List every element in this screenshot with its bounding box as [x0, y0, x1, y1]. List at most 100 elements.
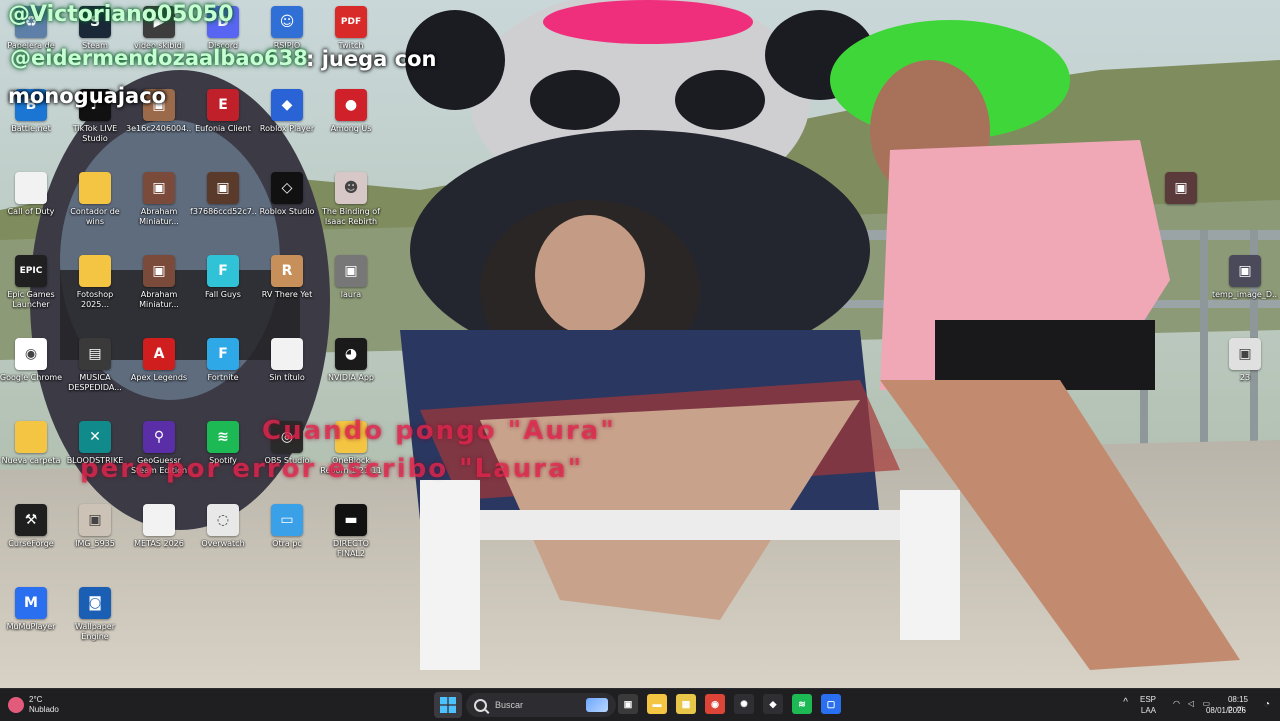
desktop-icon-curseforge[interactable]: ⚒ CurseForge — [0, 504, 62, 584]
desktop-icon-abraham2[interactable]: ▣ Abraham Miniatur... — [128, 255, 190, 335]
desktop-icon-label: METAS 2026 — [134, 539, 184, 548]
desktop-icon-apex[interactable]: A Apex Legends — [128, 338, 190, 418]
chatgpt-icon[interactable]: ✺ — [734, 694, 754, 714]
desktop-icon-f37686[interactable]: ▣ f37686ccd52c7... — [190, 172, 256, 252]
meme-caption-line-1: Cuando pongo "Aura" — [262, 416, 616, 446]
desktop-icon-isaac[interactable]: ☻ The Binding of Isaac Rebirth — [320, 172, 382, 252]
desktop-icon-wallpaper-engine[interactable]: ◙ Wallpaper Engine — [64, 587, 126, 667]
nvidia-icon: ◕ — [335, 338, 367, 370]
mumu-icon: M — [15, 587, 47, 619]
app-blue-icon[interactable]: ▢ — [821, 694, 841, 714]
desktop-icon-laura[interactable]: ▣ laura — [320, 255, 382, 335]
desktop-icon-label: MuMuPlayer — [6, 622, 56, 631]
desktop-icon-fortnite[interactable]: F Fortnite — [192, 338, 254, 418]
desktop-icon-label: Otra pc — [272, 539, 302, 548]
desktop-icon-eufonia[interactable]: E Eufonia Client — [192, 89, 254, 169]
desktop-icon-label: TikTok LIVE Studio — [72, 124, 118, 143]
desktop-icon-mumuplayer[interactable]: M MuMuPlayer — [0, 587, 62, 667]
desktop-icon-label: RV There Yet — [261, 290, 313, 299]
desktop-icon-nvidia[interactable]: ◕ NVIDIA App — [320, 338, 382, 418]
keyboard-layout[interactable]: LAA — [1141, 706, 1156, 715]
apex-icon: A — [143, 338, 175, 370]
desktop-icon-among-us[interactable]: ● Among Us — [320, 89, 382, 169]
desktop-icon-label: DIRECTO FINAL2 — [333, 539, 369, 558]
among-us-icon: ● — [335, 89, 367, 121]
desktop-icon-label: The Binding of Isaac Rebirth — [322, 207, 380, 226]
notification-bell-icon[interactable]: ◔ — [1264, 699, 1270, 710]
image-file-icon: ▣ — [1165, 172, 1197, 204]
spotify-icon: ≋ — [207, 421, 239, 453]
desktop-icon-nueva-carpeta[interactable]: Nueva carpeta — [0, 421, 62, 501]
desktop-icon-label: f37686ccd52c7... — [190, 207, 256, 216]
desktop-icon-directo-final[interactable]: ▬ DIRECTO FINAL2 — [320, 504, 382, 584]
desktop-icon-metas[interactable]: METAS 2026 — [128, 504, 190, 584]
eufonia-icon: E — [207, 89, 239, 121]
desktop-icon-label: CurseForge — [8, 539, 54, 548]
document-icon — [143, 504, 175, 536]
desktop-icon-contador-wins[interactable]: Contador de wins — [64, 172, 126, 252]
desktop-icon-right-1[interactable]: ▣ — [1150, 172, 1212, 252]
volume-icon[interactable]: ◁ — [1188, 699, 1194, 708]
video-file-icon: ▬ — [335, 504, 367, 536]
desktop-icon-label: laura — [340, 290, 362, 299]
desktop-icon-chrome[interactable]: ◉ Google Chrome — [0, 338, 62, 418]
folder-icon — [15, 421, 47, 453]
desktop-icon-label: NVIDIA App — [328, 373, 374, 382]
store-icon[interactable]: ▦ — [676, 694, 696, 714]
desktop-icon-label: Fortnite — [207, 373, 239, 382]
desktop-icon-fall-guys[interactable]: F Fall Guys — [192, 255, 254, 335]
roblox-studio-icon: ◇ — [271, 172, 303, 204]
chrome-icon: ◉ — [15, 338, 47, 370]
task-view-icon[interactable]: ▣ — [618, 694, 638, 714]
desktop-icon-label: Among Us — [330, 124, 372, 133]
start-button[interactable] — [434, 692, 462, 718]
desktop-icon-overwatch[interactable]: ◌ Overwatch — [192, 504, 254, 584]
desktop-icon-label: Battle.net — [11, 124, 51, 133]
desktop-icon-label: Epic Games Launcher — [7, 290, 55, 309]
desktop-icon-label: Nueva carpeta — [1, 456, 61, 465]
desktop-icon-label: MUSICA DESPEDIDA... — [68, 373, 122, 392]
desktop-icon-label: Overwatch — [201, 539, 245, 548]
folder-icon — [79, 172, 111, 204]
desktop-icon-img5935[interactable]: ▣ IMG_5935 — [64, 504, 126, 584]
weather-icon — [8, 697, 24, 713]
blank-file-icon — [15, 172, 47, 204]
desktop-icon-temp-image[interactable]: ▣ temp_image_D... — [1212, 255, 1278, 335]
fall-guys-icon: F — [207, 255, 239, 287]
desktop-icon-label: Wallpaper Engine — [74, 622, 115, 641]
desktop-icon-label: Call of Duty — [7, 207, 55, 216]
file-explorer-icon[interactable]: ▬ — [647, 694, 667, 714]
tray-overflow-chevron-icon[interactable]: ^ — [1123, 697, 1128, 708]
emoji-folder-icon: ☺ — [271, 6, 303, 38]
folder-icon — [79, 255, 111, 287]
desktop-icon-otra-pc[interactable]: ▭ Otra pc — [256, 504, 318, 584]
image-file-icon: ▣ — [143, 172, 175, 204]
desktop-icon-rv-there-yet[interactable]: R RV There Yet — [256, 255, 318, 335]
desktop-icon-roblox-studio[interactable]: ◇ Roblox Studio — [256, 172, 318, 252]
desktop-icon-abraham1[interactable]: ▣ Abraham Miniatur... — [128, 172, 190, 252]
curseforge-icon: ⚒ — [15, 504, 47, 536]
desktop-icon-roblox-player[interactable]: ◆ Roblox Player — [256, 89, 318, 169]
desktop-icon-sin-titulo[interactable]: Sin título — [256, 338, 318, 418]
desktop-icon-musica[interactable]: ▤ MUSICA DESPEDIDA... — [64, 338, 126, 418]
desktop-icon-fotoshop[interactable]: Fotoshop 2025... — [64, 255, 126, 335]
spotify-icon[interactable]: ≋ — [792, 694, 812, 714]
desktop-icon-twitch[interactable]: PDF Twitch — [320, 6, 382, 86]
desktop-icon-right-23[interactable]: ▣ 23 — [1214, 338, 1276, 418]
overlay-username-1: @Victoriano05050 — [8, 2, 234, 27]
taskbar-search[interactable]: Buscar — [466, 693, 616, 717]
wifi-icon[interactable]: ◠ — [1173, 699, 1180, 708]
desktop-icon-label: 23 — [1239, 373, 1251, 382]
desktop-icon-label: Apex Legends — [130, 373, 188, 382]
desktop-icon-epic[interactable]: EPIC Epic Games Launcher — [0, 255, 62, 335]
overlay-play-text: : juega con — [306, 47, 437, 71]
desktop-icon-call-of-duty[interactable]: Call of Duty — [0, 172, 62, 252]
unity-icon[interactable]: ◆ — [763, 694, 783, 714]
pdf-file-icon: PDF — [335, 6, 367, 38]
language-code[interactable]: ESP — [1140, 695, 1156, 704]
weather-widget[interactable]: 2°C Nublado — [8, 692, 59, 718]
media-folder-icon: ▤ — [79, 338, 111, 370]
clock-date[interactable]: 08/01/2026 — [1206, 706, 1246, 715]
chrome-icon[interactable]: ◉ — [705, 694, 725, 714]
desktop-icon-label: Eufonia Client — [195, 124, 251, 133]
